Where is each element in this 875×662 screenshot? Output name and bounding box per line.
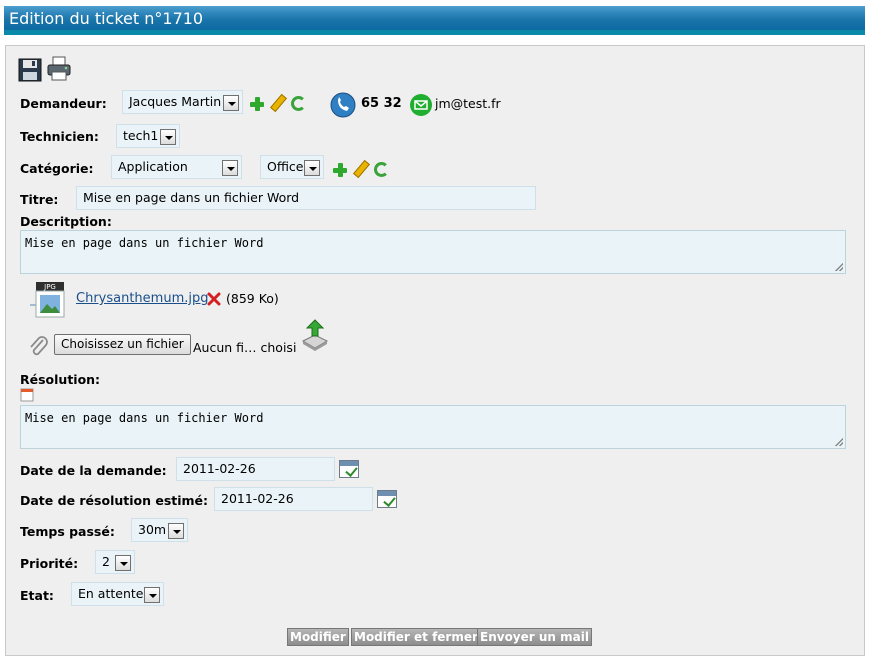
- print-icon[interactable]: [46, 56, 72, 82]
- sous-categorie-value: Office: [267, 159, 304, 174]
- chevron-down-icon: [160, 129, 176, 145]
- upload-icon[interactable]: [300, 319, 330, 351]
- chevron-down-icon: [222, 160, 238, 176]
- categorie-label: Catégorie:: [20, 161, 94, 176]
- delete-attachment-icon[interactable]: [207, 292, 221, 306]
- date-resolution-label: Date de résolution estimé:: [20, 493, 209, 508]
- calendar-icon[interactable]: [339, 460, 359, 478]
- modify-close-button[interactable]: Modifier et fermer: [351, 628, 481, 646]
- titre-value: Mise en page dans un fichier Word: [83, 190, 300, 205]
- modify-button[interactable]: Modifier: [287, 628, 349, 646]
- temps-label: Temps passé:: [20, 524, 115, 539]
- description-value: Mise en page dans un fichier Word: [25, 236, 264, 250]
- paperclip-icon: [30, 336, 48, 356]
- choose-file-button[interactable]: Choisissez un fichier: [54, 334, 191, 355]
- file-type-badge: JPG: [44, 283, 56, 291]
- send-mail-button[interactable]: Envoyer un mail: [477, 628, 592, 646]
- resolution-label: Résolution:: [20, 372, 101, 387]
- add-categorie-icon[interactable]: [333, 163, 347, 177]
- resize-grip-icon[interactable]: [835, 438, 843, 446]
- demandeur-value: Jacques Martin: [129, 94, 222, 109]
- chevron-down-icon: [144, 587, 160, 603]
- demandeur-email: jm@test.fr: [435, 96, 501, 111]
- note-icon[interactable]: [20, 388, 34, 402]
- chevron-down-icon: [223, 95, 239, 111]
- temps-select[interactable]: 30m: [131, 518, 188, 542]
- categorie-value: Application: [118, 159, 188, 174]
- categorie-select[interactable]: Application: [111, 155, 242, 179]
- date-demande-label: Date de la demande:: [20, 463, 167, 478]
- calendar-icon[interactable]: [377, 490, 397, 508]
- description-label: Descritption:: [20, 214, 112, 229]
- technicien-value: tech1: [123, 128, 159, 143]
- priorite-select[interactable]: 2: [95, 550, 135, 574]
- titre-input[interactable]: Mise en page dans un fichier Word: [76, 186, 536, 210]
- resolution-textarea[interactable]: Mise en page dans un fichier Word: [20, 405, 846, 449]
- technicien-label: Technicien:: [20, 129, 99, 144]
- demandeur-phone: 65 32: [361, 96, 402, 111]
- mail-icon[interactable]: [409, 93, 433, 117]
- chevron-down-icon: [168, 523, 184, 539]
- etat-value: En attente: [78, 586, 144, 601]
- attachment-link[interactable]: Chrysanthemum.jpg: [76, 291, 208, 306]
- upload-status: Aucun fi… choisi: [193, 340, 297, 355]
- technicien-select[interactable]: tech1: [116, 124, 180, 148]
- etat-select[interactable]: En attente: [71, 582, 164, 606]
- date-demande-input[interactable]: 2011-02-26: [176, 457, 335, 481]
- chevron-down-icon: [304, 160, 320, 176]
- refresh-demandeur-icon[interactable]: [291, 96, 306, 111]
- titre-label: Titre:: [20, 192, 59, 207]
- demandeur-label: Demandeur:: [20, 96, 107, 111]
- edit-categorie-icon[interactable]: [352, 161, 368, 177]
- date-resolution-input[interactable]: 2011-02-26: [214, 487, 373, 511]
- date-demande-value: 2011-02-26: [183, 461, 256, 476]
- refresh-categorie-icon[interactable]: [374, 162, 389, 177]
- date-resolution-value: 2011-02-26: [221, 491, 294, 506]
- page-title: Edition du ticket n°1710: [9, 9, 204, 28]
- page-title-bar: Edition du ticket n°1710: [4, 6, 865, 35]
- etat-label: Etat:: [20, 588, 54, 603]
- edit-demandeur-icon[interactable]: [269, 95, 285, 111]
- attachment-size: (859 Ko): [226, 291, 279, 306]
- resize-grip-icon[interactable]: [835, 263, 843, 271]
- chevron-down-icon: [115, 555, 131, 571]
- demandeur-select[interactable]: Jacques Martin: [122, 90, 243, 114]
- temps-value: 30m: [138, 522, 167, 537]
- resolution-value: Mise en page dans un fichier Word: [25, 411, 264, 425]
- phone-icon: [330, 92, 356, 118]
- priorite-label: Priorité:: [20, 556, 79, 571]
- description-textarea[interactable]: Mise en page dans un fichier Word: [20, 230, 846, 274]
- sous-categorie-select[interactable]: Office: [260, 155, 324, 179]
- priorite-value: 2: [102, 554, 110, 569]
- add-demandeur-icon[interactable]: [250, 97, 264, 111]
- save-icon[interactable]: [18, 58, 42, 82]
- ticket-form-panel: Demandeur: Jacques Martin 65 32 jm@test.…: [5, 45, 865, 656]
